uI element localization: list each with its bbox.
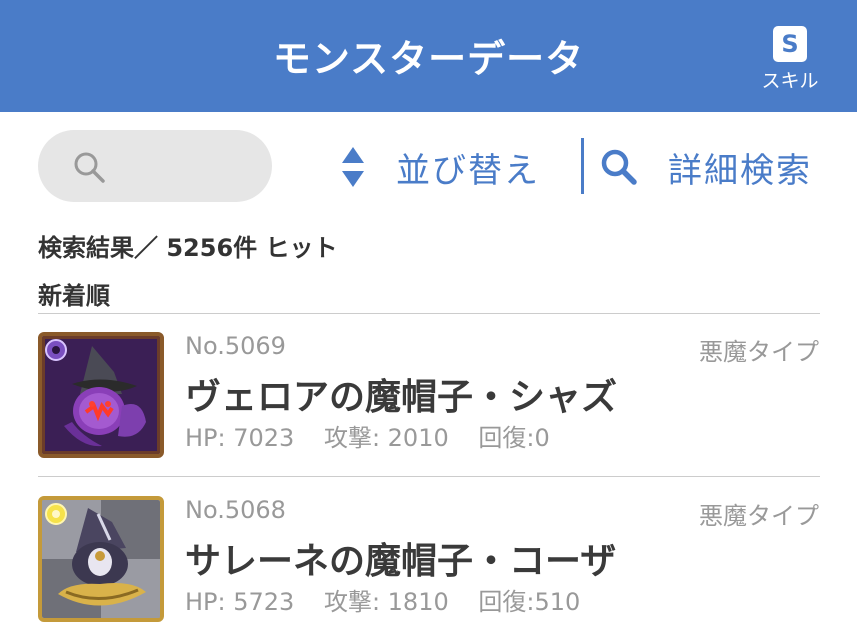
monster-hp: HP: 7023 (185, 424, 295, 452)
list-item[interactable]: No.5068 悪魔タイプ サレーネの魔帽子・コーザ HP: 5723 攻撃: … (0, 476, 857, 636)
monster-recovery: 回復:510 (478, 588, 581, 616)
search-icon (601, 149, 637, 185)
sort-arrows-icon (342, 147, 364, 187)
monster-hp: HP: 5723 (185, 588, 295, 616)
monster-attack: 攻撃: 1810 (323, 588, 449, 616)
result-count: 検索結果／ 5256件 ヒット (38, 234, 338, 262)
skill-icon-letter: S (781, 30, 799, 58)
toolbar-divider (581, 138, 584, 194)
search-field[interactable] (38, 130, 272, 202)
monster-number: No.5069 (185, 332, 286, 360)
light-witch-hat-monster-icon (38, 496, 164, 622)
monster-type: 悪魔タイプ (699, 502, 819, 530)
monster-name: サレーネの魔帽子・コーザ (185, 541, 617, 582)
monster-stats: HP: 7023 攻撃: 2010 回復:0 (185, 418, 572, 453)
search-input[interactable] (118, 146, 262, 188)
monster-stats: HP: 5723 攻撃: 1810 回復:510 (185, 582, 602, 617)
sort-order-label: 新着順 (38, 282, 110, 310)
detail-search-button[interactable]: 詳細検索 (600, 140, 812, 194)
monster-name: ヴェロアの魔帽子・シャズ (185, 377, 618, 418)
skill-icon: S (773, 26, 807, 62)
app-header: モンスターデータ S スキル (0, 0, 857, 112)
skill-button[interactable]: S スキル (756, 22, 824, 102)
monster-recovery: 回復:0 (478, 424, 550, 452)
sort-button[interactable]: 並び替え (338, 140, 540, 194)
page-title: モンスターデータ (272, 37, 585, 81)
monster-attack: 攻撃: 2010 (323, 424, 449, 452)
skill-label: スキル (761, 70, 819, 92)
sort-label: 並び替え (396, 150, 540, 191)
monster-number: No.5068 (185, 496, 286, 524)
search-icon (74, 152, 105, 183)
list-item[interactable]: No.5069 悪魔タイプ ヴェロアの魔帽子・シャズ HP: 7023 攻撃: … (0, 312, 857, 472)
monster-type: 悪魔タイプ (699, 338, 819, 366)
dark-witch-hat-monster-icon (38, 332, 164, 458)
detail-search-label: 詳細検索 (668, 150, 812, 191)
